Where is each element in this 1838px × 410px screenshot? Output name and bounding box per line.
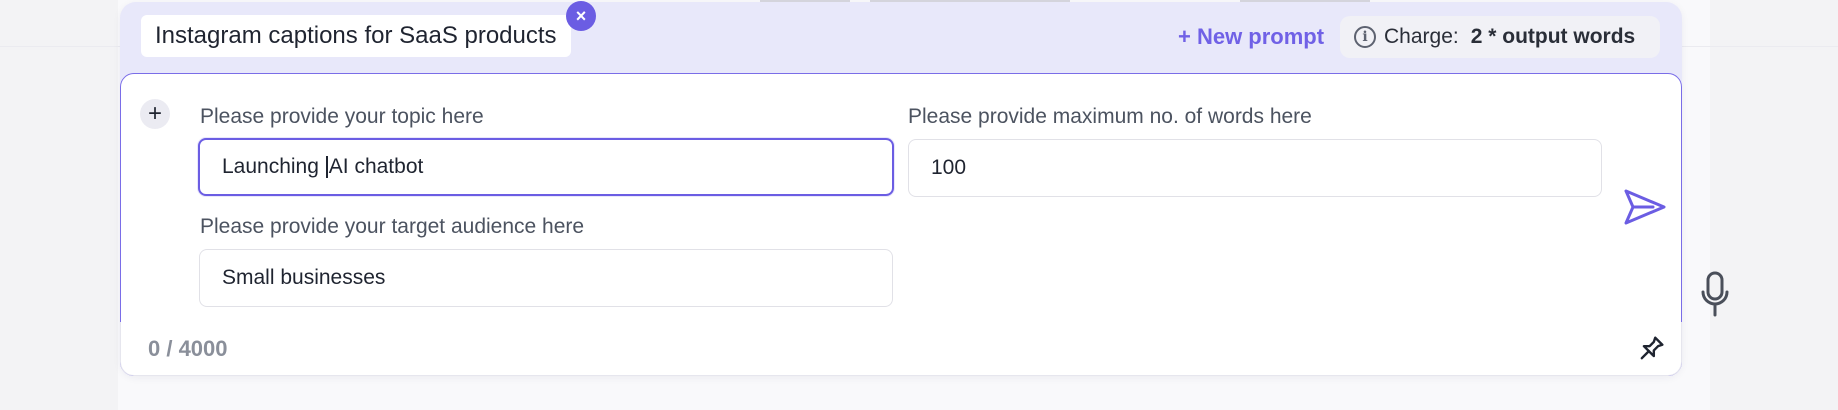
charge-badge: i Charge: 2 * output words: [1340, 16, 1660, 58]
microphone-icon[interactable]: [1700, 270, 1730, 320]
audience-label: Please provide your target audience here: [200, 215, 585, 238]
prompt-title-chip: Instagram captions for SaaS products: [141, 15, 571, 57]
prompt-footer: [120, 322, 1682, 376]
topic-input[interactable]: Launching AI chatbot: [198, 138, 894, 196]
max-words-label: Please provide maximum no. of words here: [908, 105, 1312, 128]
charge-label: Charge:: [1384, 25, 1459, 48]
audience-input[interactable]: Small businesses: [199, 249, 893, 307]
charge-value: 2 * output words: [1470, 25, 1636, 48]
character-counter: 0 / 4000: [148, 336, 228, 361]
max-words-value: 100: [931, 156, 967, 179]
plus-icon[interactable]: +: [140, 99, 170, 129]
audience-value: Small businesses: [222, 266, 386, 289]
text-caret: [325, 156, 328, 178]
topic-label: Please provide your topic here: [200, 105, 484, 128]
send-icon[interactable]: [1623, 187, 1667, 227]
new-prompt-button[interactable]: + New prompt: [1178, 22, 1324, 52]
prompt-title: Instagram captions for SaaS products: [155, 22, 557, 49]
close-icon[interactable]: ×: [566, 1, 596, 31]
max-words-input[interactable]: 100: [908, 139, 1602, 197]
topic-value-end: AI chatbot: [328, 155, 424, 178]
info-icon: i: [1354, 26, 1376, 48]
topic-value-start: Launching: [222, 155, 325, 178]
pin-icon[interactable]: [1636, 334, 1666, 364]
